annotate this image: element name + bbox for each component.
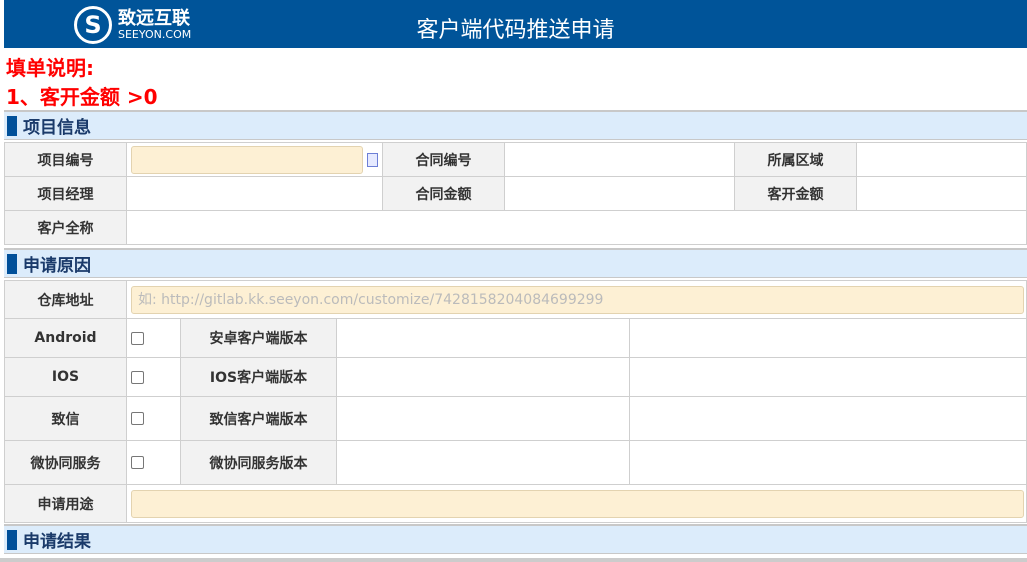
label-region: 所属区域 xyxy=(734,142,857,177)
customer-name-value xyxy=(126,210,1027,245)
label-purpose: 申请用途 xyxy=(4,484,127,523)
project-no-input[interactable] xyxy=(131,145,363,174)
ios-version-value xyxy=(336,357,630,397)
label-ios-version: IOS客户端版本 xyxy=(180,357,337,397)
label-zhixin: 致信 xyxy=(4,396,127,441)
label-contract-no: 合同编号 xyxy=(382,142,505,177)
select-doc-icon[interactable] xyxy=(367,152,378,167)
section-title: 申请原因 xyxy=(23,256,91,276)
contract-no-value xyxy=(504,142,735,177)
region-value xyxy=(856,142,1027,177)
label-contract-amount: 合同金额 xyxy=(382,176,505,211)
zhixin-version-value xyxy=(336,396,630,441)
label-manager: 项目经理 xyxy=(4,176,127,211)
section-title: 项目信息 xyxy=(23,118,91,138)
android-version-value xyxy=(336,318,630,358)
form-notes: 填单说明: 1、客开金额 >0 xyxy=(6,54,158,112)
reason-table: 仓库地址 如: http://gitlab.kk.seeyon.com/cust… xyxy=(4,280,1027,523)
notes-heading: 填单说明: xyxy=(6,56,94,80)
android-checkbox[interactable] xyxy=(131,331,144,345)
repo-url-input[interactable]: 如: http://gitlab.kk.seeyon.com/customize… xyxy=(131,285,1024,314)
label-android-version: 安卓客户端版本 xyxy=(180,318,337,358)
label-micro-collab: 微协同服务 xyxy=(4,440,127,485)
label-custom-amount: 客开金额 xyxy=(734,176,857,211)
section-title: 申请结果 xyxy=(23,532,91,552)
label-customer-name: 客户全称 xyxy=(4,210,127,245)
label-repo: 仓库地址 xyxy=(4,280,127,319)
label-micro-collab-version: 微协同服务版本 xyxy=(180,440,337,485)
horizontal-scrollbar[interactable] xyxy=(0,558,1027,562)
project-info-table: 项目编号 合同编号 所属区域 项目经理 合同金额 客开金额 客户全称 xyxy=(4,142,1027,245)
contract-amount-value xyxy=(504,176,735,211)
section-project-info: 项目信息 xyxy=(4,110,1027,140)
ios-checkbox[interactable] xyxy=(131,370,144,384)
purpose-input[interactable] xyxy=(131,489,1024,518)
section-reason: 申请原因 xyxy=(4,248,1027,278)
custom-amount-value xyxy=(856,176,1027,211)
notes-line: 1、客开金额 >0 xyxy=(6,85,158,109)
section-result: 申请结果 xyxy=(4,524,1027,554)
zhixin-checkbox[interactable] xyxy=(131,412,144,425)
manager-value xyxy=(126,176,383,211)
label-android: Android xyxy=(4,318,127,358)
label-ios: IOS xyxy=(4,357,127,397)
micro-collab-version-value xyxy=(336,440,630,485)
label-zhixin-version: 致信客户端版本 xyxy=(180,396,337,441)
header: S 致远互联 SEEYON.COM 客户端代码推送申请 xyxy=(4,0,1027,48)
page-title: 客户端代码推送申请 xyxy=(416,18,615,43)
micro-collab-checkbox[interactable] xyxy=(131,456,144,469)
label-project-no: 项目编号 xyxy=(4,142,127,177)
